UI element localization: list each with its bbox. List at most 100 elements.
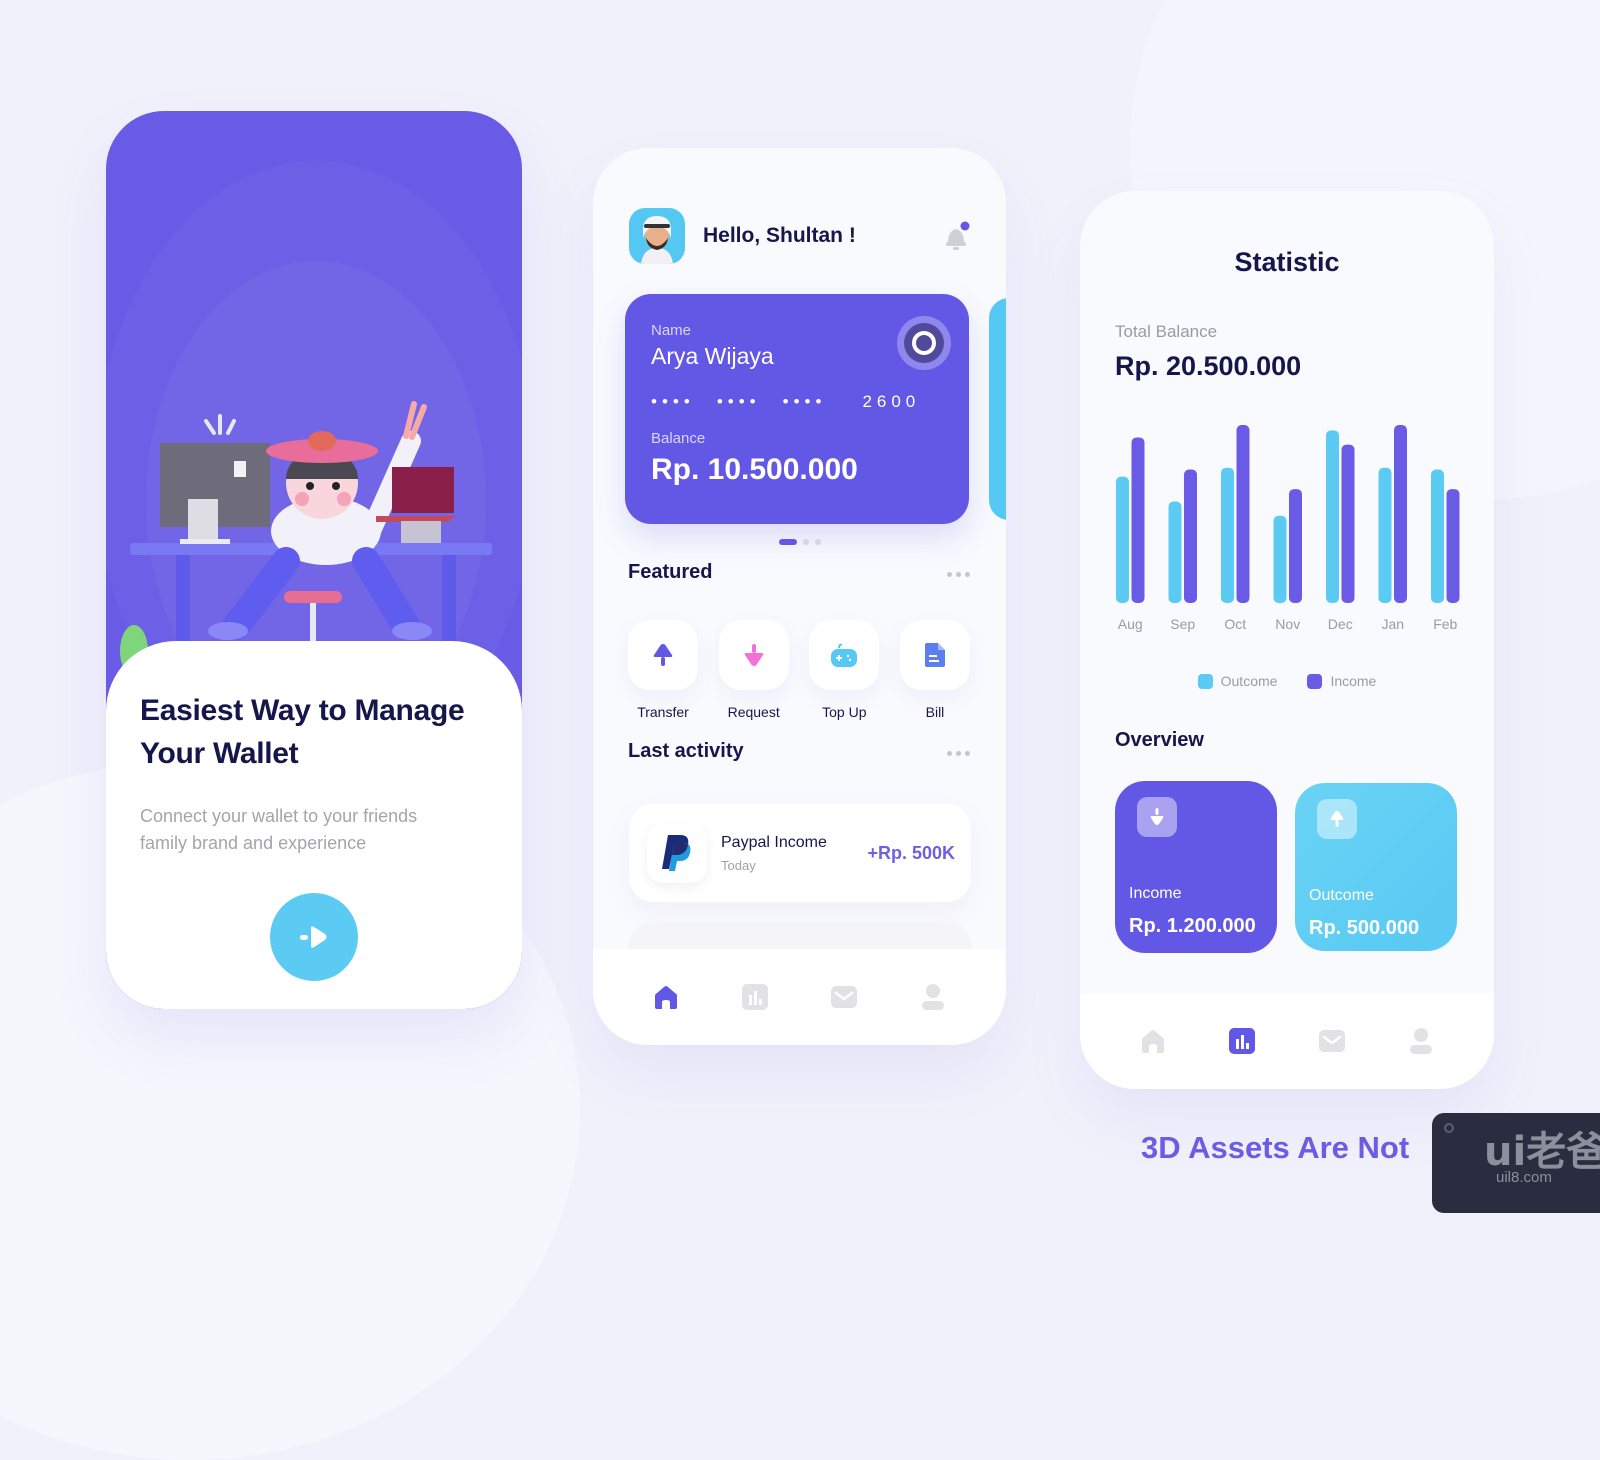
bar-outcome-aug[interactable]: [1116, 476, 1129, 603]
feature-icon-box: [718, 620, 789, 690]
next-button[interactable]: [270, 893, 358, 981]
feature-bill[interactable]: Bill: [899, 620, 970, 720]
avatar-image: [641, 216, 673, 264]
legend-label: Outcome: [1220, 673, 1278, 689]
x-tick-label: Aug: [1118, 616, 1143, 632]
bar-income-jan[interactable]: [1394, 425, 1407, 603]
document-icon: [924, 643, 945, 667]
footer-caption: 3D Assets Are Not: [1141, 1130, 1410, 1165]
activity-text: Paypal Income Today: [721, 834, 827, 873]
total-balance-value: Rp. 20.500.000: [1115, 351, 1302, 381]
nav-statistic[interactable]: [740, 982, 770, 1012]
card-last-digits: 2600: [862, 392, 921, 411]
carousel-dot[interactable]: [815, 539, 821, 545]
mail-icon: [1318, 1030, 1345, 1052]
nav-messages[interactable]: [1317, 1026, 1347, 1056]
bar-outcome-dec[interactable]: [1326, 430, 1339, 603]
statistic-screen: Statistic Total Balance Rp. 20.500.000 A…: [1080, 191, 1494, 1089]
featured-title: Featured: [628, 561, 713, 583]
card-balance: Rp. 10.500.000: [651, 453, 858, 486]
overview-card-outcome[interactable]: Outcome Rp. 500.000: [1295, 783, 1457, 951]
bar-income-nov[interactable]: [1289, 489, 1302, 603]
featured-more-button[interactable]: [947, 572, 971, 578]
bar-income-feb[interactable]: [1446, 489, 1460, 603]
feature-icon-box: [809, 620, 880, 690]
home-icon: [654, 986, 677, 1009]
activity-amount: +Rp. 500K: [867, 842, 955, 863]
home-header: Hello, Shultan !: [629, 207, 970, 265]
bar-income-oct[interactable]: [1236, 425, 1250, 603]
card-number: •••• •••• •••• 2600: [651, 392, 943, 412]
bar-outcome-nov[interactable]: [1273, 515, 1287, 603]
onboarding-subtitle: Connect your wallet to your friends fami…: [140, 803, 488, 857]
bar-income-dec[interactable]: [1341, 444, 1355, 603]
carousel-dot[interactable]: [803, 539, 809, 545]
overview-card-income[interactable]: Income Rp. 1.200.000: [1115, 781, 1277, 953]
arrow-up-icon: [1330, 811, 1344, 827]
next-card-peek[interactable]: [989, 298, 1006, 520]
feature-icon-box: [628, 620, 698, 690]
watermark-dot: [1444, 1123, 1454, 1133]
nav-messages[interactable]: [829, 982, 859, 1012]
feature-icon-box: [899, 620, 970, 690]
arrow-right-icon: [300, 926, 327, 948]
bar-income-sep[interactable]: [1184, 469, 1197, 604]
legend-label: Income: [1330, 673, 1377, 689]
bottom-nav: [1080, 993, 1494, 1089]
activity-title: Paypal Income: [721, 833, 827, 851]
chart-legend: Outcome Income: [1080, 673, 1494, 689]
bar-outcome-jan[interactable]: [1378, 467, 1392, 603]
card-number-group: ••••: [782, 392, 827, 411]
user-icon: [922, 984, 945, 1010]
headline-line: Easiest Way to Manage: [140, 694, 465, 727]
subtitle-line: Connect your wallet to your friends: [140, 806, 418, 826]
feature-label: Bill: [925, 704, 945, 720]
bank-card[interactable]: Name Arya Wijaya •••• •••• •••• 2600 Bal…: [625, 294, 969, 524]
bar-outcome-oct[interactable]: [1221, 467, 1234, 603]
subtitle-line: family brand and experience: [140, 833, 367, 853]
activity-item[interactable]: Paypal Income Today +Rp. 500K: [629, 804, 971, 902]
feature-transfer[interactable]: Transfer: [628, 620, 698, 720]
nav-statistic[interactable]: [1227, 1026, 1257, 1056]
x-tick-label: Dec: [1328, 616, 1353, 632]
chart-icon: [741, 984, 768, 1010]
feature-top-up[interactable]: Top Up: [809, 620, 880, 720]
last-activity-more-button[interactable]: [947, 751, 971, 757]
x-tick-label: Feb: [1433, 616, 1457, 632]
x-tick-label: Sep: [1170, 616, 1195, 632]
watermark-domain: uil8.com: [1496, 1169, 1552, 1186]
card-number-group: ••••: [651, 392, 695, 411]
onboarding-headline: Easiest Way to Manage Your Wallet: [140, 689, 488, 775]
overview-label: Outcome: [1309, 887, 1374, 904]
gamepad-icon: [831, 643, 858, 667]
nav-home[interactable]: [1138, 1026, 1168, 1056]
carousel-dot-active[interactable]: [779, 539, 797, 545]
feature-request[interactable]: Request: [718, 620, 789, 720]
home-screen: Hello, Shultan ! Name Arya Wijaya •••• •…: [593, 148, 1006, 1045]
legend-item-outcome[interactable]: Outcome: [1197, 673, 1278, 689]
notification-button[interactable]: [944, 221, 970, 251]
income-icon-box: [1137, 797, 1177, 837]
paypal-icon: [662, 835, 691, 871]
overview-title: Overview: [1115, 729, 1204, 751]
transfer-up-icon: [653, 644, 673, 666]
onboarding-screen: Easiest Way to Manage Your Wallet Connec…: [106, 111, 522, 1009]
bar-outcome-sep[interactable]: [1168, 501, 1182, 603]
onboarding-sheet: Easiest Way to Manage Your Wallet Connec…: [106, 641, 522, 1009]
x-tick-label: Nov: [1275, 616, 1300, 632]
bar-outcome-feb[interactable]: [1431, 469, 1444, 604]
request-down-icon: [744, 644, 763, 666]
feature-label: Top Up: [822, 704, 867, 720]
avatar[interactable]: [629, 208, 685, 264]
nav-profile[interactable]: [1406, 1026, 1436, 1056]
greeting: Hello, Shultan !: [703, 224, 856, 247]
legend-swatch: [1307, 673, 1323, 689]
mail-icon: [831, 986, 858, 1008]
nav-profile[interactable]: [918, 982, 948, 1012]
legend-item-income[interactable]: Income: [1307, 673, 1376, 689]
overview-value: Rp. 500.000: [1309, 917, 1420, 939]
carousel-indicator: [779, 539, 821, 545]
nav-home[interactable]: [651, 982, 681, 1012]
total-balance-label: Total Balance: [1115, 322, 1218, 341]
bar-income-aug[interactable]: [1131, 437, 1145, 603]
